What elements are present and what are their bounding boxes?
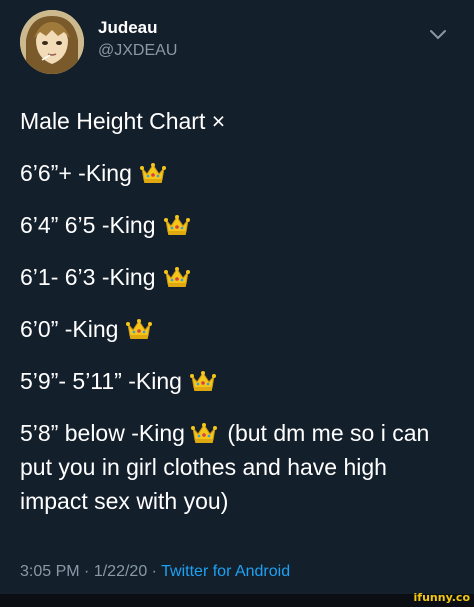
height-line-last: 5’8” below -King (but dm me so i can put… — [20, 416, 460, 518]
height-line: 6’4” 6’5 -King — [20, 208, 460, 242]
crown-icon — [126, 318, 152, 340]
crown-icon — [140, 162, 166, 184]
meta-separator: · — [151, 563, 157, 580]
height-line: 6’1- 6’3 -King — [20, 260, 460, 294]
height-line: 6’6”+ -King — [20, 156, 460, 190]
tweet-date[interactable]: 1/22/20 — [94, 563, 147, 580]
tweet-card: Judeau @JXDEAU Male Height Chart × 6’6”+… — [0, 0, 474, 607]
height-line-text: 6’4” 6’5 -King — [20, 212, 156, 238]
chevron-down-icon[interactable] — [428, 24, 448, 44]
tweet-title-text: Male Height Chart × — [20, 108, 226, 134]
tweet-title: Male Height Chart × — [20, 104, 460, 138]
crown-icon — [191, 422, 217, 444]
ifunny-watermark: ifunny.co — [413, 591, 470, 604]
crown-icon — [190, 370, 216, 392]
avatar[interactable] — [20, 10, 84, 74]
crown-icon — [164, 266, 190, 288]
height-line-text: 5’9”- 5’11” -King — [20, 368, 182, 394]
height-line-text: 6’1- 6’3 -King — [20, 264, 156, 290]
height-line: 5’9”- 5’11” -King — [20, 364, 460, 398]
height-line-text: 6’0” -King — [20, 316, 119, 342]
tweet-source-link[interactable]: Twitter for Android — [161, 563, 290, 580]
tweet-time[interactable]: 3:05 PM — [20, 563, 80, 580]
height-line-text: 5’8” below -King — [20, 420, 185, 446]
author-handle[interactable]: @JXDEAU — [98, 42, 177, 60]
meta-separator: · — [84, 563, 90, 580]
crown-icon — [164, 214, 190, 236]
tweet-body: Male Height Chart × 6’6”+ -King 6’4” 6’5… — [20, 104, 460, 518]
avatar-image — [20, 10, 84, 74]
author-name[interactable]: Judeau — [98, 18, 158, 38]
tweet-meta: 3:05 PM · 1/22/20 · Twitter for Android — [20, 563, 290, 581]
height-line: 6’0” -King — [20, 312, 460, 346]
height-line-text: 6’6”+ -King — [20, 160, 132, 186]
bottom-strip — [0, 594, 474, 607]
